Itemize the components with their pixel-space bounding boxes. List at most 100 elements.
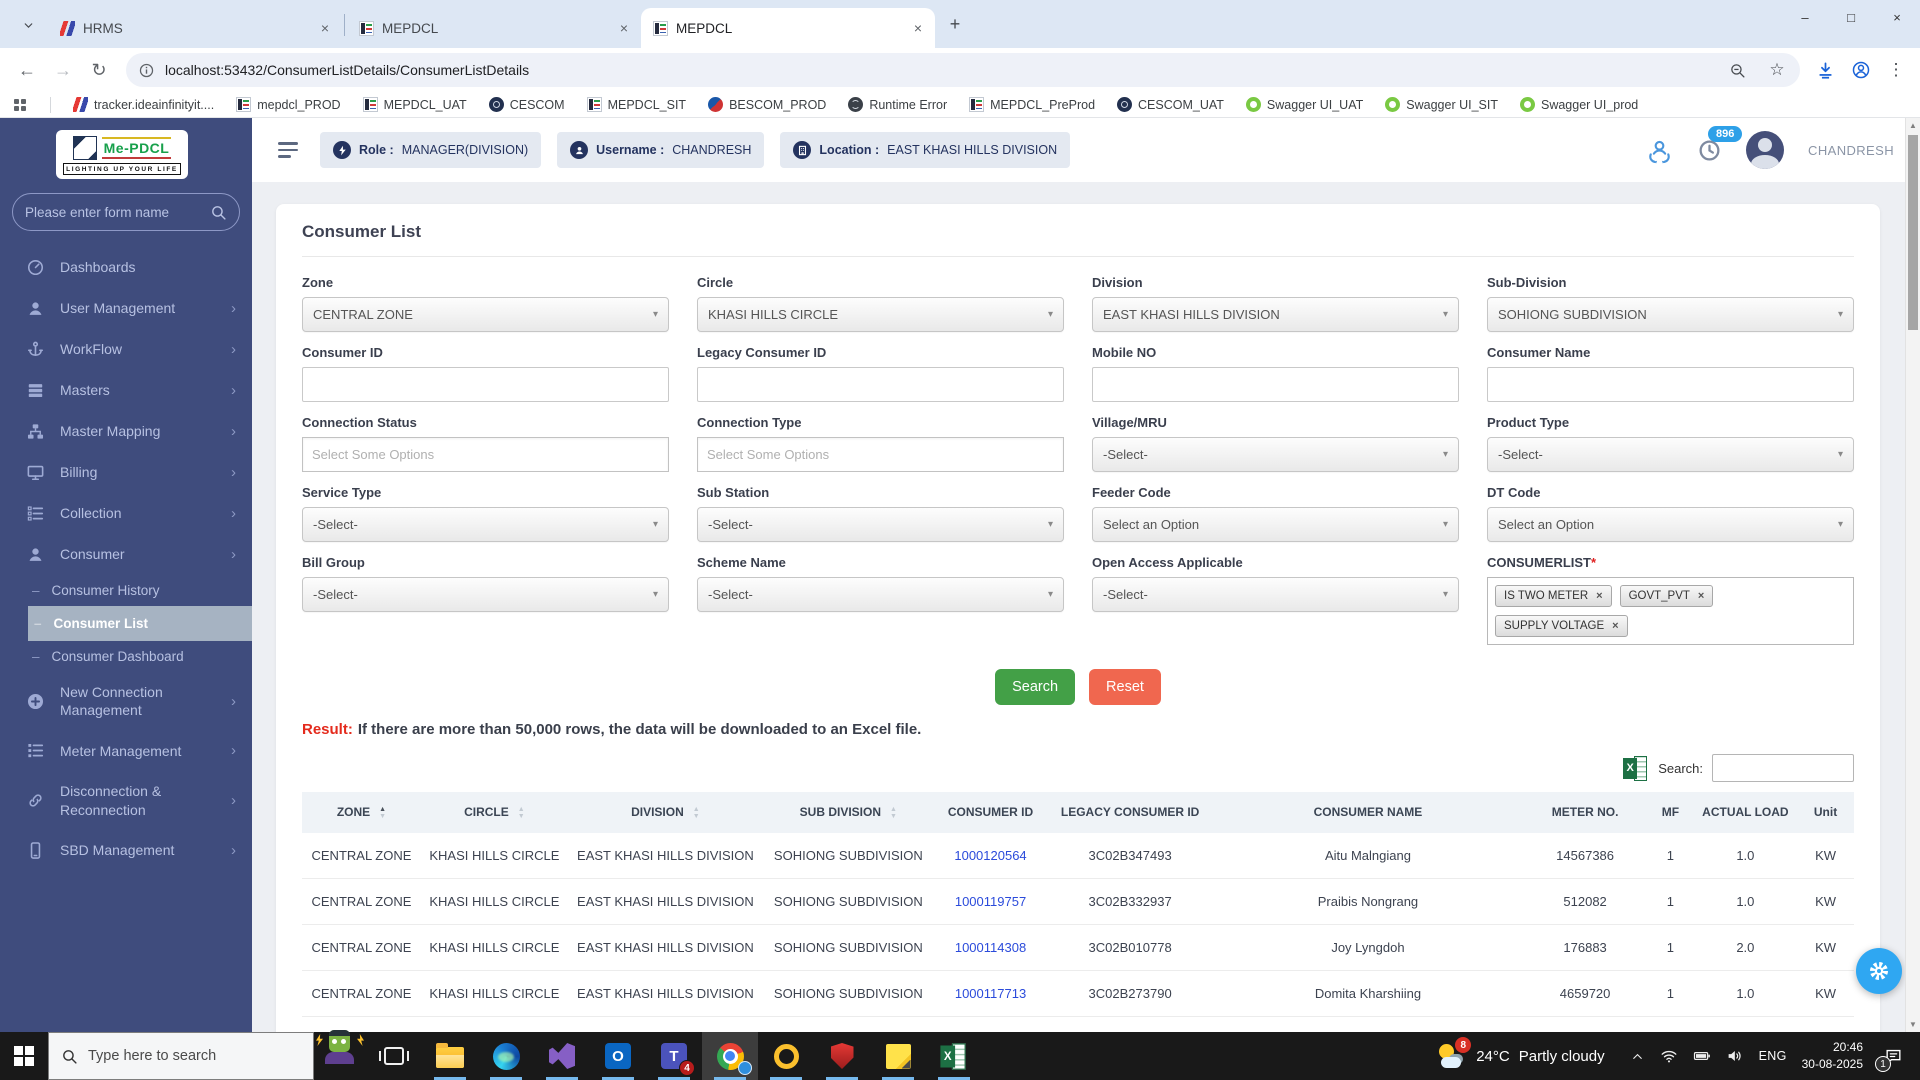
taskbar-search[interactable]: Type here to search [48,1032,314,1080]
sidebar-item-sbd-management[interactable]: SBD Management › [0,830,252,871]
avatar[interactable] [1746,131,1784,169]
sidebar-item-meter-management[interactable]: Meter Management › [0,730,252,771]
language-indicator[interactable]: ENG [1759,1049,1787,1063]
circle-select[interactable]: KHASI HILLS CIRCLE▾ [697,297,1064,332]
division-select[interactable]: EAST KHASI HILLS DIVISION▾ [1092,297,1459,332]
new-tab-button[interactable]: + [941,10,969,38]
scrollbar-thumb[interactable] [1908,135,1918,330]
bookmark-item[interactable]: MEPDCL_SIT [587,97,687,112]
sidebar-item-new-connection-management[interactable]: New Connection Management › [0,672,252,730]
taskbar-excel[interactable]: X [926,1032,982,1080]
battery-icon[interactable] [1693,1047,1711,1065]
tab-close-icon[interactable]: × [909,19,927,37]
village-mru-select[interactable]: -Select-▾ [1092,437,1459,472]
bill-group-select[interactable]: -Select-▾ [302,577,669,612]
sidebar-search-input[interactable] [25,205,202,220]
table-search-input[interactable] [1712,754,1854,782]
sidebar-toggle-icon[interactable] [278,142,298,158]
tab-close-icon[interactable]: × [316,19,334,37]
taskbar-edge[interactable] [478,1032,534,1080]
zoom-out-icon[interactable] [1722,55,1752,85]
excel-export-icon[interactable]: X [1623,755,1647,782]
taskbar-chrome[interactable] [702,1032,758,1080]
window-maximize-button[interactable]: □ [1828,0,1874,34]
open-access-select[interactable]: -Select-▾ [1092,577,1459,612]
service-type-select[interactable]: -Select-▾ [302,507,669,542]
remove-tag-icon[interactable]: × [1612,620,1618,632]
bookmark-star-icon[interactable]: ☆ [1762,55,1792,85]
sidebar-search[interactable] [12,193,240,231]
column-header-mf[interactable]: MF [1647,792,1694,833]
taskbar-file-explorer[interactable] [422,1032,478,1080]
tab-mepdcl-1[interactable]: MEPDCL × [347,8,641,48]
sidebar-item-dashboards[interactable]: Dashboards [0,247,252,288]
window-minimize-button[interactable]: – [1782,0,1828,34]
tray-chevron-up-icon[interactable] [1630,1049,1645,1064]
sidebar-item-billing[interactable]: Billing › [0,452,252,493]
browser-menu-icon[interactable]: ⋮ [1882,60,1910,80]
bookmark-item[interactable]: CESCOM_UAT [1117,97,1224,112]
sidebar-item-disconnection-reconnection[interactable]: Disconnection & Reconnection › [0,771,252,829]
search-button[interactable]: Search [995,669,1075,705]
bookmark-item[interactable]: Runtime Error [848,97,947,112]
sidebar-item-collection[interactable]: Collection › [0,493,252,534]
bookmark-item[interactable]: Swagger UI_UAT [1246,97,1363,112]
bookmark-item[interactable]: MEPDCL_PreProd [969,97,1095,112]
remove-tag-icon[interactable]: × [1698,590,1704,602]
bookmark-item[interactable]: mepdcl_PROD [236,97,340,112]
taskbar-visual-studio[interactable] [534,1032,590,1080]
window-close-button[interactable]: × [1874,0,1920,34]
mobile-no-input[interactable] [1092,367,1459,402]
sidebar-item-masters[interactable]: Masters › [0,370,252,411]
taskbar-security-app[interactable] [814,1032,870,1080]
bookmark-item[interactable]: Swagger UI_SIT [1385,97,1498,112]
scroll-down-icon[interactable]: ▼ [1906,1017,1920,1032]
profile-icon[interactable] [1846,55,1876,85]
bookmark-item[interactable]: CESCOM [489,97,565,112]
column-header-consumer-id[interactable]: CONSUMER ID [934,792,1048,833]
tab-close-icon[interactable]: × [615,19,633,37]
column-header-actual-load[interactable]: ACTUAL LOAD [1694,792,1797,833]
forward-button[interactable]: → [46,53,80,87]
scroll-up-icon[interactable]: ▲ [1906,118,1920,133]
bookmark-item[interactable]: BESCOM_PROD [708,97,826,112]
sidebar-item-consumer[interactable]: Consumer › [0,534,252,575]
connection-type-multiselect[interactable] [697,437,1064,472]
column-header-legacy-consumer-id[interactable]: LEGACY CONSUMER ID [1047,792,1212,833]
consumer-id-link[interactable]: 1000117713 [955,986,1026,1001]
column-header-consumer-name[interactable]: CONSUMER NAME [1213,792,1523,833]
bookmark-item[interactable]: tracker.ideainfinityit.... [73,97,214,112]
tab-hrms[interactable]: HRMS × [48,8,342,48]
tab-mepdcl-2-active[interactable]: MEPDCL × [641,8,935,48]
consumer-id-input[interactable] [302,367,669,402]
sidebar-item-master-mapping[interactable]: Master Mapping › [0,411,252,452]
column-header-unit[interactable]: Unit [1797,792,1854,833]
search-highlight-character-icon[interactable] [314,1032,366,1080]
bookmark-item[interactable]: MEPDCL_UAT [363,97,467,112]
settings-fab-button[interactable] [1856,948,1902,994]
sub-station-select[interactable]: -Select-▾ [697,507,1064,542]
consumer-id-link[interactable]: 1000119757 [955,894,1026,909]
consumerlist-multiselect[interactable]: IS TWO METER× GOVT_PVT× SUPPLY VOLTAGE× [1487,577,1854,645]
sidebar-item-user-management[interactable]: User Management › [0,288,252,329]
task-view-button[interactable] [366,1032,422,1080]
sidebar-item-workflow[interactable]: WorkFlow › [0,329,252,370]
back-button[interactable]: ← [10,53,44,87]
dt-code-select[interactable]: Select an Option▾ [1487,507,1854,542]
speaker-icon[interactable] [1726,1047,1744,1065]
page-scrollbar[interactable]: ▲ ▼ [1905,118,1920,1032]
sidebar-item-consumer-list[interactable]: – Consumer List [28,606,252,641]
taskbar-sticky-notes[interactable] [870,1032,926,1080]
bookmark-item[interactable]: Swagger UI_prod [1520,97,1638,112]
column-header-division[interactable]: DIVISION▲▼ [568,792,763,833]
tab-search-icon[interactable] [14,11,42,39]
address-bar[interactable]: localhost:53432/ConsumerListDetails/Cons… [126,53,1800,87]
site-info-icon[interactable] [138,62,155,79]
scheme-name-select[interactable]: -Select-▾ [697,577,1064,612]
reload-button[interactable]: ↻ [82,53,116,87]
session-timer[interactable]: 896 [1697,138,1722,163]
sidebar-item-consumer-history[interactable]: – Consumer History [0,575,252,606]
consumer-id-link[interactable]: 1000120564 [954,848,1026,863]
feeder-code-select[interactable]: Select an Option▾ [1092,507,1459,542]
connection-status-multiselect[interactable] [302,437,669,472]
